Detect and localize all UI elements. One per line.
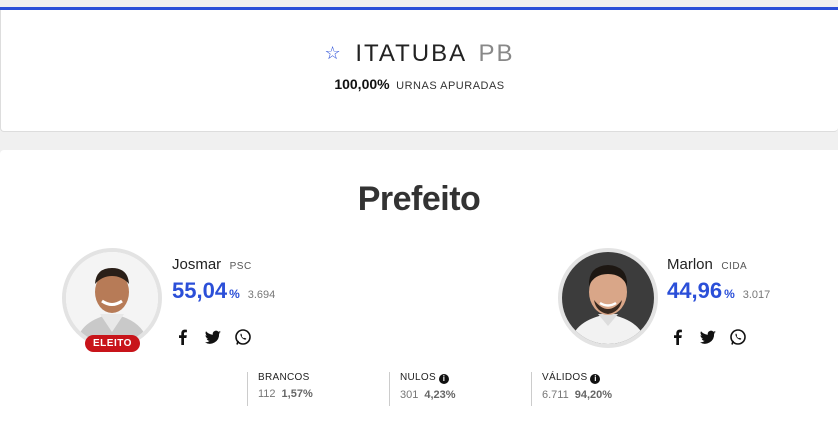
candidate-party: CIDA [721,261,748,272]
candidate-party: PSC [229,261,252,272]
stat-count: 301 [400,389,419,401]
counted-status: 100,00% URNAS APURADAS [1,76,838,92]
facebook-icon[interactable] [174,328,192,346]
stat-percent: 94,20% [574,389,613,401]
candidate-percent: 55,04% 3.694 [172,278,275,304]
location-title: ☆ ITATUBA PB [1,40,838,68]
percent-value: 44,96 [667,278,723,303]
candidate-name: Josmar [172,256,222,273]
stat-label: NULOS [400,372,436,383]
avatar [562,252,654,344]
candidate-percent: 44,96% 3.017 [667,278,770,304]
stat-percent: 4,23% [424,389,456,401]
stat-brancos: BRANCOS 112 1,57% [247,372,313,406]
whatsapp-icon[interactable] [729,328,747,346]
twitter-icon[interactable] [699,328,717,346]
candidate-photo-marlon [558,248,658,348]
race-card: Prefeito ELEITO Josmar PSC 55,04% 3.694 [0,150,838,427]
share-buttons-marlon [669,328,747,346]
facebook-icon[interactable] [669,328,687,346]
whatsapp-icon[interactable] [234,328,252,346]
stat-label: BRANCOS [258,372,310,383]
twitter-icon[interactable] [204,328,222,346]
candidate-josmar: Josmar PSC 55,04% 3.694 [172,256,275,304]
stat-values: 6.711 94,20% [542,389,612,401]
stat-percent: 1,57% [281,388,313,400]
stat-count: 112 [258,388,276,400]
location-header: ☆ ITATUBA PB 100,00% URNAS APURADAS [0,10,838,132]
city-name: ITATUBA [355,40,466,67]
percent-sign: % [229,287,240,301]
info-icon[interactable]: i [590,374,601,384]
counted-percent: 100,00% [334,76,390,92]
percent-sign: % [724,287,735,301]
counted-label: URNAS APURADAS [396,80,505,92]
stat-count: 6.711 [542,389,569,401]
info-icon[interactable]: i [438,374,449,384]
stat-validos: VÁLIDOS i 6.711 94,20% [531,372,612,406]
stat-label-row: VÁLIDOS i [542,372,612,384]
stat-nulos: NULOS i 301 4,23% [389,372,456,406]
candidate-votes: 3.017 [742,289,771,301]
office-title: Prefeito [357,180,481,218]
stat-values: 301 4,23% [400,389,456,401]
stat-label-row: NULOS i [400,372,456,384]
stat-values: 112 1,57% [258,388,313,400]
percent-value: 55,04 [172,278,228,303]
star-icon[interactable]: ☆ [325,43,343,63]
stat-label: VÁLIDOS [542,372,588,383]
candidate-marlon: Marlon CIDA 44,96% 3.017 [667,256,770,304]
candidate-photo-josmar [62,248,162,348]
state-code: PB [478,40,515,67]
avatar [66,252,158,344]
candidate-votes: 3.694 [247,289,276,301]
share-buttons-josmar [174,328,252,346]
elected-badge: ELEITO [85,335,140,352]
candidate-name: Marlon [667,256,713,273]
